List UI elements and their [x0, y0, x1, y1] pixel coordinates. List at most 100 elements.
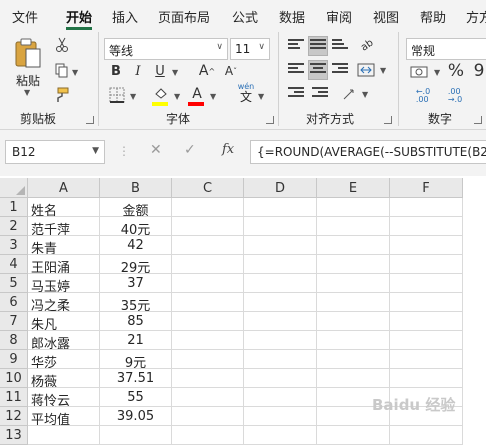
copy-button[interactable]	[54, 62, 70, 80]
formula-input[interactable]: {=ROUND(AVERAGE(--SUBSTITUTE(B2	[250, 140, 486, 164]
cell-b7[interactable]: 85	[100, 312, 172, 331]
name-box[interactable]: B12 ▼	[5, 140, 105, 164]
cut-button[interactable]	[54, 36, 70, 54]
row-header[interactable]: 12	[0, 407, 28, 426]
cell-c6[interactable]	[172, 293, 244, 312]
cell-b3[interactable]: 42	[100, 236, 172, 255]
select-all-button[interactable]	[0, 178, 28, 198]
cell-b9[interactable]: 9元	[100, 350, 172, 369]
cell-a5[interactable]: 马玉婷	[28, 274, 100, 293]
cell-c12[interactable]	[172, 407, 244, 426]
cell-b6[interactable]: 35元	[100, 293, 172, 312]
cell-e5[interactable]	[317, 274, 390, 293]
row-header[interactable]: 2	[0, 217, 28, 236]
underline-button[interactable]: U	[152, 62, 168, 80]
cell-d2[interactable]	[244, 217, 317, 236]
column-header-b[interactable]: B	[100, 178, 172, 198]
cell-a9[interactable]: 华莎	[28, 350, 100, 369]
column-header-a[interactable]: A	[28, 178, 100, 198]
cell-a10[interactable]: 杨薇	[28, 369, 100, 388]
cell-a12[interactable]: 平均值	[28, 407, 100, 426]
font-color-dropdown-icon[interactable]: ▼	[210, 92, 216, 101]
cell-d1[interactable]	[244, 198, 317, 217]
align-center-button[interactable]	[308, 60, 328, 80]
row-header[interactable]: 5	[0, 274, 28, 293]
row-header[interactable]: 6	[0, 293, 28, 312]
cell-a1[interactable]: 姓名	[28, 198, 100, 217]
cell-c11[interactable]	[172, 388, 244, 407]
column-header-e[interactable]: E	[317, 178, 390, 198]
cell-a7[interactable]: 朱凡	[28, 312, 100, 331]
cell-f10[interactable]	[390, 369, 463, 388]
cell-b11[interactable]: 55	[100, 388, 172, 407]
cell-c2[interactable]	[172, 217, 244, 236]
shrink-font-button[interactable]: Aˇ	[222, 62, 240, 80]
tab-page-layout[interactable]: 页面布局	[158, 7, 210, 26]
cell-f5[interactable]	[390, 274, 463, 293]
cell-c7[interactable]	[172, 312, 244, 331]
cell-e3[interactable]	[317, 236, 390, 255]
cell-d9[interactable]	[244, 350, 317, 369]
paste-dropdown-icon[interactable]: ▼	[24, 88, 30, 97]
cancel-icon[interactable]: ✕	[150, 142, 162, 158]
align-left-button[interactable]	[286, 60, 306, 80]
cell-b2[interactable]: 40元	[100, 217, 172, 236]
cell-a8[interactable]: 郎冰露	[28, 331, 100, 350]
tab-review[interactable]: 审阅	[326, 7, 352, 26]
row-header[interactable]: 13	[0, 426, 28, 445]
bold-button[interactable]: B	[108, 62, 124, 80]
cell-d3[interactable]	[244, 236, 317, 255]
cell-d12[interactable]	[244, 407, 317, 426]
cell-d8[interactable]	[244, 331, 317, 350]
row-header[interactable]: 8	[0, 331, 28, 350]
tab-extra[interactable]: 方方	[466, 7, 486, 26]
cell-f7[interactable]	[390, 312, 463, 331]
cell-f3[interactable]	[390, 236, 463, 255]
cell-f1[interactable]	[390, 198, 463, 217]
row-header[interactable]: 10	[0, 369, 28, 388]
cell-b4[interactable]: 29元	[100, 255, 172, 274]
wrap-text-button[interactable]	[340, 84, 360, 104]
comma-style-button[interactable]: 9	[472, 60, 486, 82]
tab-formulas[interactable]: 公式	[232, 7, 258, 26]
cell-f2[interactable]	[390, 217, 463, 236]
grow-font-button[interactable]: A ^	[198, 62, 216, 80]
phonetic-dropdown-icon[interactable]: ▼	[258, 92, 264, 101]
column-header-f[interactable]: F	[390, 178, 463, 198]
cell-a6[interactable]: 冯之柔	[28, 293, 100, 312]
cell-c4[interactable]	[172, 255, 244, 274]
cell-c3[interactable]	[172, 236, 244, 255]
borders-button[interactable]	[108, 86, 126, 104]
cell-e2[interactable]	[317, 217, 390, 236]
borders-dropdown-icon[interactable]: ▼	[130, 92, 136, 101]
decrease-decimal-button[interactable]: .00 →.0	[440, 86, 470, 106]
cell-a3[interactable]: 朱青	[28, 236, 100, 255]
cell-b8[interactable]: 21	[100, 331, 172, 350]
tab-home[interactable]: 开始	[66, 7, 92, 26]
cell-e4[interactable]	[317, 255, 390, 274]
cell-d10[interactable]	[244, 369, 317, 388]
row-header[interactable]: 4	[0, 255, 28, 274]
cell-f9[interactable]	[390, 350, 463, 369]
cell-c13[interactable]	[172, 426, 244, 445]
tab-file[interactable]: 文件	[12, 7, 38, 26]
cell-c8[interactable]	[172, 331, 244, 350]
cell-d13[interactable]	[244, 426, 317, 445]
tab-help[interactable]: 帮助	[420, 7, 446, 26]
cell-f6[interactable]	[390, 293, 463, 312]
align-top-button[interactable]	[286, 36, 306, 56]
align-bottom-button[interactable]	[330, 36, 350, 56]
cell-e8[interactable]	[317, 331, 390, 350]
cell-c10[interactable]	[172, 369, 244, 388]
cell-b12[interactable]: 39.05	[100, 407, 172, 426]
align-middle-button[interactable]	[308, 36, 328, 56]
tab-view[interactable]: 视图	[373, 7, 399, 26]
cell-d7[interactable]	[244, 312, 317, 331]
underline-dropdown-icon[interactable]: ▼	[172, 68, 178, 77]
cell-d6[interactable]	[244, 293, 317, 312]
number-launcher-icon[interactable]	[474, 116, 482, 124]
cell-c9[interactable]	[172, 350, 244, 369]
cell-a2[interactable]: 范千萍	[28, 217, 100, 236]
paste-button[interactable]	[10, 36, 46, 70]
cell-b13[interactable]	[100, 426, 172, 445]
